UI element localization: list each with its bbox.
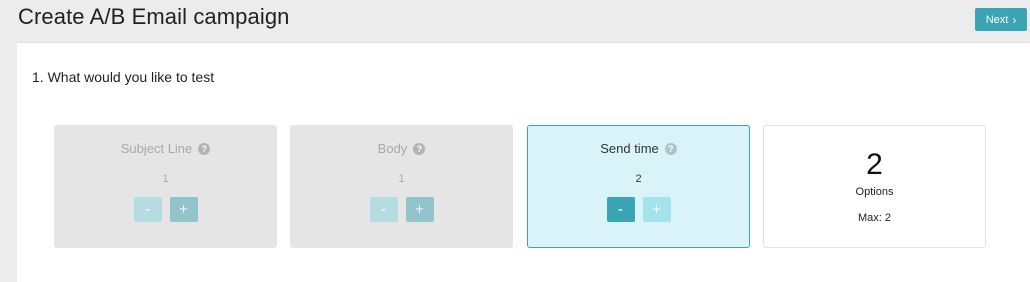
option-card-send-time[interactable]: Send time ? 2 - + <box>527 125 750 248</box>
chevron-right-icon: › <box>1012 12 1017 27</box>
help-icon[interactable]: ? <box>413 142 426 155</box>
increment-button[interactable]: + <box>642 197 671 222</box>
increment-button[interactable]: + <box>169 197 198 222</box>
option-card-body[interactable]: Body ? 1 - + <box>290 125 513 248</box>
ab-test-panel: 1. What would you like to test Subject L… <box>17 42 1030 282</box>
decrement-button[interactable]: - <box>606 197 635 222</box>
options-max: Max: 2 <box>857 212 891 224</box>
quantity-stepper: - + <box>55 197 276 222</box>
next-button[interactable]: Next › <box>975 8 1027 31</box>
option-count: 2 <box>635 173 642 185</box>
option-label: Subject Line <box>120 141 193 156</box>
question-heading: 1. What would you like to test <box>32 69 215 85</box>
next-button-label: Next <box>985 13 1009 26</box>
help-icon[interactable]: ? <box>198 142 211 155</box>
quantity-stepper: - + <box>291 197 512 222</box>
option-label: Send time <box>600 141 659 156</box>
option-count: 1 <box>398 173 405 185</box>
options-total: 2 <box>866 148 883 181</box>
option-count: 1 <box>162 173 169 185</box>
option-card-subject-line[interactable]: Subject Line ? 1 - + <box>54 125 277 248</box>
options-label: Options <box>855 186 894 198</box>
decrement-button[interactable]: - <box>369 197 398 222</box>
increment-button[interactable]: + <box>405 197 434 222</box>
quantity-stepper: - + <box>528 197 749 222</box>
options-summary-card: 2 Options Max: 2 <box>763 125 986 248</box>
help-icon[interactable]: ? <box>664 142 677 155</box>
option-label: Body <box>377 141 408 156</box>
page-title: Create A/B Email campaign <box>18 4 290 29</box>
decrement-button[interactable]: - <box>133 197 162 222</box>
